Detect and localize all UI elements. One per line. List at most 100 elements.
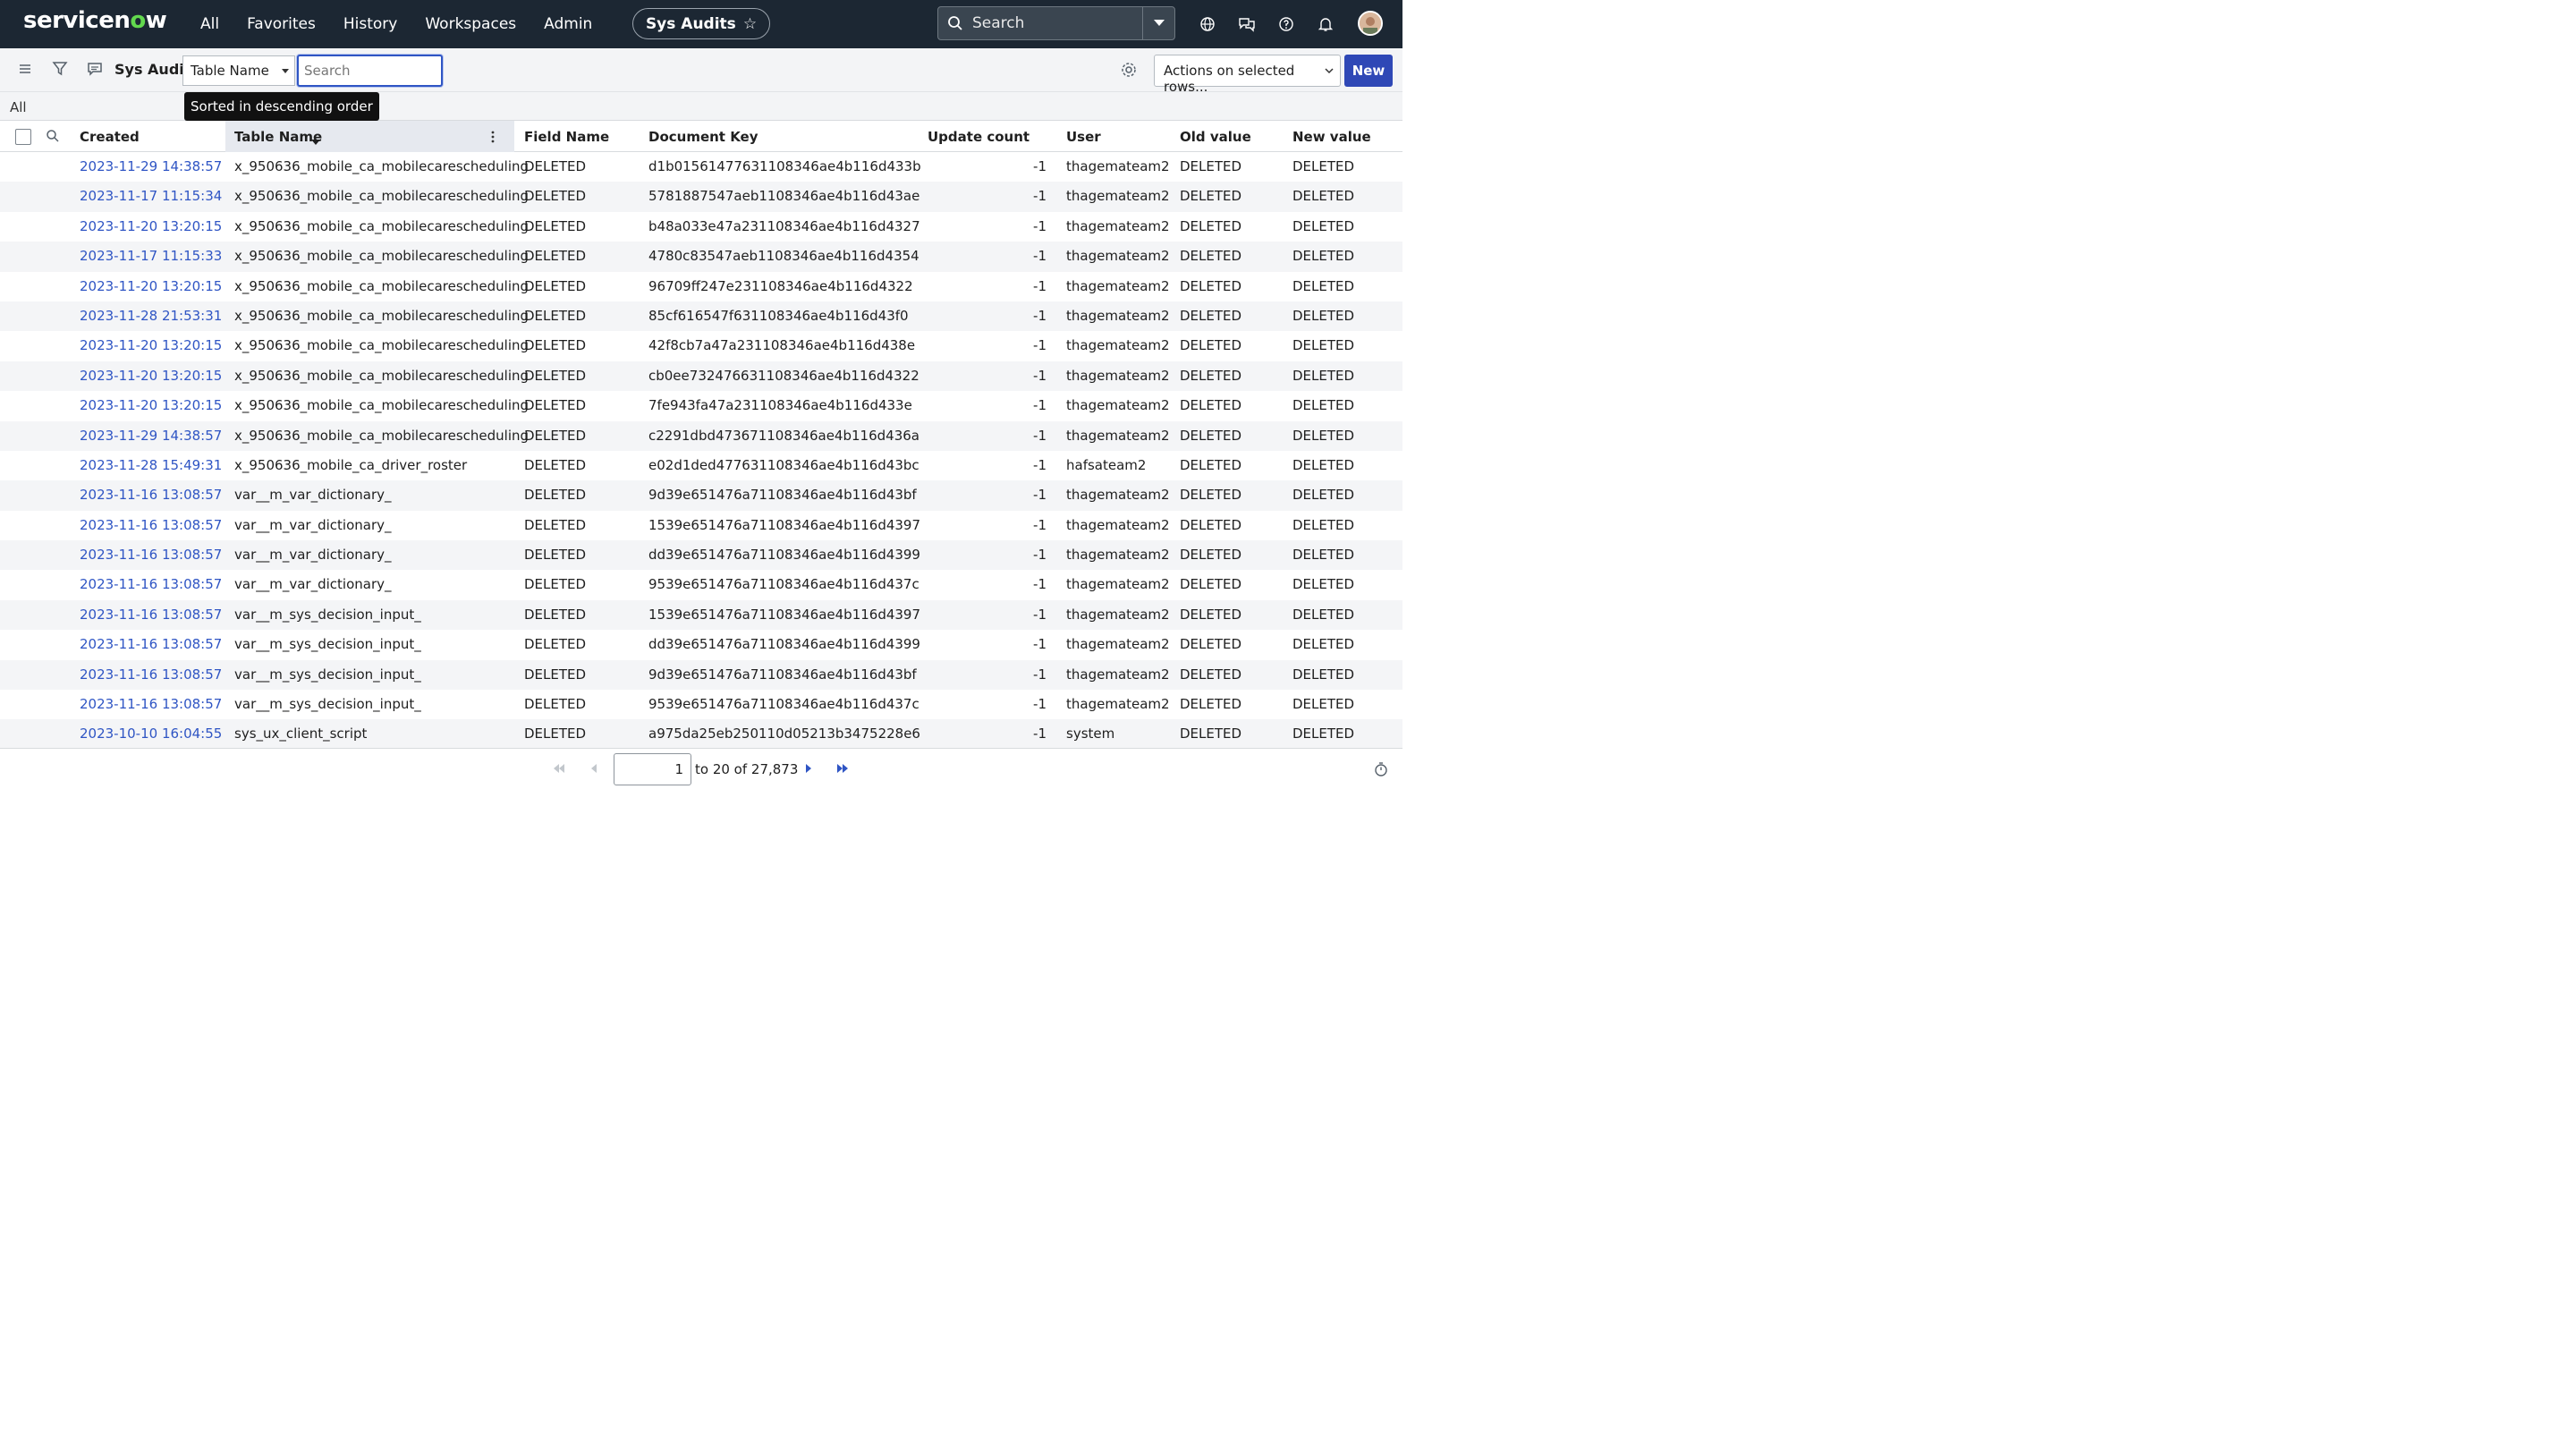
cell-created[interactable]: 2023-11-16 13:08:57 <box>80 607 222 623</box>
response-time-icon[interactable] <box>1374 761 1388 781</box>
cell-created[interactable]: 2023-11-16 13:08:57 <box>80 696 222 712</box>
page-number-input[interactable]: 1 <box>614 753 691 785</box>
table-row[interactable]: 2023-11-20 13:20:15 x_950636_mobile_ca_mo… <box>0 272 1402 301</box>
cell-created[interactable]: 2023-11-16 13:08:57 <box>80 636 222 652</box>
cell-created[interactable]: 2023-11-28 21:53:31 <box>80 308 222 324</box>
cell-user: thagemateam2 <box>1066 277 1170 294</box>
cell-created[interactable]: 2023-11-16 13:08:57 <box>80 576 222 592</box>
table-row[interactable]: 2023-11-16 13:08:57 var__m_var_dictionary… <box>0 540 1402 571</box>
comment-icon[interactable] <box>87 60 103 81</box>
column-search-icon[interactable] <box>46 129 60 147</box>
table-row[interactable]: 2023-11-16 13:08:57 var__m_sys_decision_i… <box>0 599 1402 631</box>
cell-old-value: DELETED <box>1180 337 1242 354</box>
cell-created[interactable]: 2023-11-16 13:08:57 <box>80 666 222 683</box>
previous-page-icon[interactable] <box>589 761 599 779</box>
cell-created[interactable]: 2023-11-29 14:38:57 <box>80 158 222 174</box>
cell-created[interactable]: 2023-11-28 15:49:31 <box>80 457 222 473</box>
table-row[interactable]: 2023-11-16 13:08:57 var__m_sys_decision_i… <box>0 659 1402 691</box>
cell-table-name: var__m_sys_decision_input_ <box>234 696 421 713</box>
cell-document-key: 9d39e651476a71108346ae4b116d43bf <box>648 487 917 504</box>
nav-admin[interactable]: Admin <box>544 15 592 33</box>
column-header-created[interactable]: Created <box>80 129 140 145</box>
table-row[interactable]: 2023-11-16 13:08:57 var__m_sys_decision_i… <box>0 630 1402 659</box>
table-row[interactable]: 2023-11-20 13:20:15 x_950636_mobile_ca_mo… <box>0 391 1402 420</box>
last-page-icon[interactable] <box>835 761 852 779</box>
table-row[interactable]: 2023-10-10 16:04:55 sys_ux_client_script D… <box>0 719 1402 750</box>
cell-user: thagemateam2 <box>1066 337 1170 354</box>
next-page-icon[interactable] <box>803 761 814 779</box>
table-row[interactable]: 2023-11-16 13:08:57 var__m_var_dictionary… <box>0 480 1402 511</box>
table-row[interactable]: 2023-11-29 14:38:57 x_950636_mobile_ca_mo… <box>0 152 1402 182</box>
cell-created[interactable]: 2023-11-29 14:38:57 <box>80 428 222 444</box>
cell-old-value: DELETED <box>1180 367 1242 384</box>
select-all-checkbox[interactable] <box>15 129 31 145</box>
cell-document-key: 96709ff247e231108346ae4b116d4322 <box>648 277 913 294</box>
table-row[interactable]: 2023-11-28 21:53:31 x_950636_mobile_ca_mo… <box>0 301 1402 332</box>
hamburger-menu-icon[interactable] <box>18 60 32 81</box>
search-field-select[interactable]: Table Name <box>182 55 295 86</box>
table-row[interactable]: 2023-11-28 15:49:31 x_950636_mobile_ca_dr… <box>0 451 1402 480</box>
table-row[interactable]: 2023-11-20 13:20:15 x_950636_mobile_ca_mo… <box>0 212 1402 242</box>
globe-icon[interactable] <box>1188 16 1227 32</box>
cell-new-value: DELETED <box>1292 666 1355 683</box>
cell-table-name: var__m_var_dictionary_ <box>234 576 392 593</box>
first-page-icon[interactable] <box>552 761 566 779</box>
column-header-update-count[interactable]: Update count <box>928 129 1030 145</box>
help-icon[interactable] <box>1267 16 1306 32</box>
table-row[interactable]: 2023-11-17 11:15:33 x_950636_mobile_ca_mo… <box>0 242 1402 272</box>
cell-old-value: DELETED <box>1180 726 1242 742</box>
column-menu-icon[interactable] <box>488 129 497 148</box>
nav-all[interactable]: All <box>200 15 219 33</box>
table-row[interactable]: 2023-11-16 13:08:57 var__m_var_dictionary… <box>0 570 1402 599</box>
servicenow-logo[interactable]: servicenow <box>23 7 167 34</box>
table-row[interactable]: 2023-11-17 11:15:34 x_950636_mobile_ca_mo… <box>0 182 1402 212</box>
cell-old-value: DELETED <box>1180 307 1242 324</box>
bell-icon[interactable] <box>1306 16 1345 32</box>
column-header-field-name[interactable]: Field Name <box>524 129 609 145</box>
cell-created[interactable]: 2023-11-20 13:20:15 <box>80 368 222 384</box>
column-header-old-value[interactable]: Old value <box>1180 129 1251 145</box>
cell-created[interactable]: 2023-11-20 13:20:15 <box>80 218 222 234</box>
cell-created[interactable]: 2023-11-17 11:15:33 <box>80 248 222 264</box>
filter-icon[interactable] <box>52 60 68 81</box>
column-header-table-name[interactable]: Table Name <box>234 129 322 145</box>
global-search[interactable]: Search <box>937 6 1175 40</box>
chat-icon[interactable] <box>1227 16 1267 32</box>
table-row[interactable]: 2023-11-20 13:20:15 x_950636_mobile_ca_mo… <box>0 361 1402 392</box>
nav-workspaces[interactable]: Workspaces <box>425 15 516 33</box>
cell-document-key: d1b01561477631108346ae4b116d433b <box>648 158 921 174</box>
cell-created[interactable]: 2023-11-20 13:20:15 <box>80 278 222 294</box>
search-dropdown-icon[interactable] <box>1142 7 1174 39</box>
table-row[interactable]: 2023-11-16 13:08:57 var__m_var_dictionary… <box>0 511 1402 540</box>
sort-descending-icon[interactable] <box>310 134 321 150</box>
nav-favorites[interactable]: Favorites <box>247 15 316 33</box>
actions-select[interactable]: Actions on selected rows... <box>1154 55 1341 95</box>
table-row[interactable]: 2023-11-16 13:08:57 var__m_sys_decision_i… <box>0 690 1402 719</box>
global-search-input[interactable]: Search <box>972 14 1142 32</box>
column-header-user[interactable]: User <box>1066 129 1101 145</box>
star-icon[interactable]: ☆ <box>743 15 757 33</box>
breadcrumb-all[interactable]: All <box>10 99 27 115</box>
cell-field-name: DELETED <box>524 217 587 234</box>
gear-icon[interactable] <box>1120 61 1138 82</box>
column-header-new-value[interactable]: New value <box>1292 129 1371 145</box>
nav-history[interactable]: History <box>343 15 397 33</box>
cell-field-name: DELETED <box>524 367 587 384</box>
table-row[interactable]: 2023-11-20 13:20:15 x_950636_mobile_ca_mo… <box>0 331 1402 361</box>
cell-created[interactable]: 2023-11-20 13:20:15 <box>80 337 222 353</box>
list-search-input[interactable]: Search <box>297 55 443 87</box>
cell-created[interactable]: 2023-11-20 13:20:15 <box>80 397 222 413</box>
cell-update-count: -1 <box>1033 516 1046 533</box>
column-header-document-key[interactable]: Document Key <box>648 129 758 145</box>
context-pill[interactable]: Sys Audits ☆ <box>632 8 770 39</box>
new-button[interactable]: New <box>1344 55 1393 87</box>
cell-created[interactable]: 2023-10-10 16:04:55 <box>80 726 222 742</box>
cell-created[interactable]: 2023-11-17 11:15:34 <box>80 188 222 204</box>
table-row[interactable]: 2023-11-29 14:38:57 x_950636_mobile_ca_mo… <box>0 420 1402 451</box>
logo-text-o: o <box>130 7 146 34</box>
cell-created[interactable]: 2023-11-16 13:08:57 <box>80 547 222 563</box>
cell-created[interactable]: 2023-11-16 13:08:57 <box>80 487 222 503</box>
cell-created[interactable]: 2023-11-16 13:08:57 <box>80 517 222 533</box>
user-avatar[interactable] <box>1358 11 1383 36</box>
cell-update-count: -1 <box>1033 188 1046 205</box>
